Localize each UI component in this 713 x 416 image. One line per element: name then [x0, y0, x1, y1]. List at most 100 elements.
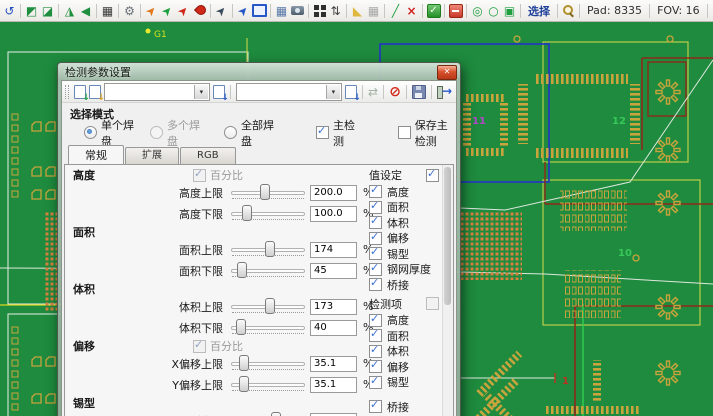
apply-file2-icon[interactable] — [345, 83, 357, 100]
camera-icon[interactable] — [290, 2, 305, 19]
delete-icon[interactable]: × — [404, 2, 419, 19]
save-params-icon[interactable] — [412, 83, 426, 100]
y-offset-input[interactable] — [310, 377, 357, 393]
pin-red-icon[interactable]: ➤ — [176, 2, 191, 19]
params-combobox-2[interactable] — [236, 83, 342, 101]
volume-lower-slider[interactable] — [231, 318, 305, 337]
value-area-checkbox[interactable] — [369, 201, 382, 214]
value-height-checkbox[interactable] — [369, 185, 382, 198]
x-offset-slider[interactable] — [231, 354, 305, 373]
detect-area-checkbox[interactable] — [369, 329, 382, 342]
apply-file-icon[interactable] — [213, 83, 225, 100]
slider-thumb[interactable] — [239, 355, 249, 371]
minus-icon[interactable] — [448, 2, 463, 19]
dialog-scrollbar[interactable] — [442, 165, 453, 416]
area-upper-input[interactable] — [310, 242, 357, 258]
image-view-icon[interactable]: ▦ — [100, 2, 115, 19]
radio-multi-pad[interactable] — [150, 126, 163, 139]
import-params-icon[interactable] — [74, 83, 86, 100]
toolbar-grip[interactable] — [65, 85, 69, 99]
params-combobox-1[interactable] — [104, 83, 210, 101]
percent-checkbox[interactable] — [193, 169, 206, 182]
compare-icon[interactable]: ⇄ — [368, 83, 378, 100]
pin-green-icon[interactable]: ➤ — [160, 2, 175, 19]
area-lower-input[interactable] — [310, 263, 357, 279]
detect-height-checkbox[interactable] — [369, 314, 382, 327]
main-detect-checkbox[interactable] — [316, 126, 329, 139]
pin-blue-icon[interactable]: ➤ — [236, 2, 251, 19]
grid-light-icon[interactable]: ▦ — [366, 2, 381, 19]
volume-lower-input[interactable] — [310, 320, 357, 336]
region-zoom-b-icon[interactable]: ◪ — [40, 2, 55, 19]
area-lower-slider[interactable] — [231, 261, 305, 280]
export-params-icon[interactable] — [89, 83, 101, 100]
slider-thumb[interactable] — [236, 319, 246, 335]
region-zoom-a-icon[interactable]: ◩ — [24, 2, 39, 19]
edit-line-icon[interactable]: ╱ — [388, 2, 403, 19]
grid-view-icon[interactable]: ▦ — [274, 2, 289, 19]
pin-orange-icon[interactable]: ➤ — [144, 2, 159, 19]
app-window: ↺ ◩ ◪ ◮ ◀ ▦ ⚙ ➤ ➤ ➤ ➤ ➤ ▦ ⇅ ◣ ▦ ╱ × ✓ — [0, 0, 713, 416]
tab-extended[interactable]: 扩展 — [125, 147, 179, 164]
solder-shape-input[interactable] — [310, 413, 357, 416]
check-icon[interactable]: ✓ — [426, 2, 441, 19]
magnifier-icon[interactable] — [561, 2, 576, 19]
rect-select-icon[interactable] — [252, 2, 267, 19]
slider-thumb[interactable] — [239, 376, 249, 392]
disable-icon[interactable]: ⊘ — [389, 83, 401, 100]
detect-items-master-checkbox[interactable] — [426, 297, 439, 310]
dialog-titlebar[interactable]: 检测参数设置 — [58, 63, 460, 80]
slider-thumb[interactable] — [265, 298, 275, 314]
x-offset-input[interactable] — [310, 356, 357, 372]
scrollbar-thumb[interactable] — [444, 167, 451, 305]
height-upper-slider[interactable] — [231, 183, 305, 202]
value-solder-checkbox[interactable] — [369, 247, 382, 260]
radio-all-pads[interactable] — [224, 126, 237, 139]
select-mode-button[interactable]: 选择 — [528, 3, 550, 19]
height-lower-slider[interactable] — [231, 204, 305, 223]
rotate-view-icon[interactable]: ↺ — [2, 2, 17, 19]
slider-thumb[interactable] — [242, 205, 252, 221]
slider-thumb[interactable] — [265, 241, 275, 257]
circle-double-icon[interactable]: ◎ — [470, 2, 485, 19]
value-stencil-checkbox[interactable] — [369, 263, 382, 276]
y-offset-slider[interactable] — [231, 375, 305, 394]
detect-volume-checkbox[interactable] — [369, 345, 382, 358]
circle-icon[interactable]: ○ — [486, 2, 501, 19]
height-lower-input[interactable] — [310, 206, 357, 222]
announce-icon[interactable]: ◀ — [78, 2, 93, 19]
row-label: 高度下限 — [105, 206, 223, 222]
ruler-icon[interactable]: ◣ — [350, 2, 365, 19]
value-setting-master-checkbox[interactable] — [426, 169, 439, 182]
save-main-detect-checkbox[interactable] — [398, 126, 411, 139]
slider-thumb[interactable] — [237, 262, 247, 278]
tools-icon[interactable]: ⚙ — [122, 2, 137, 19]
close-button[interactable] — [437, 65, 457, 80]
slider-thumb[interactable] — [260, 184, 270, 200]
detect-bridge-checkbox[interactable] — [369, 400, 382, 413]
volume-upper-input[interactable] — [310, 299, 357, 315]
tab-general[interactable]: 常规 — [68, 145, 124, 164]
area-upper-slider[interactable] — [231, 240, 305, 259]
value-offset-checkbox[interactable] — [369, 232, 382, 245]
volume-upper-slider[interactable] — [231, 297, 305, 316]
sort-icon[interactable]: ⇅ — [328, 2, 343, 19]
tab-rgb[interactable]: RGB — [180, 147, 236, 164]
height-upper-input[interactable] — [310, 185, 357, 201]
location-marker-icon[interactable] — [192, 2, 207, 19]
dropdown-arrow-icon[interactable] — [326, 85, 340, 99]
value-volume-checkbox[interactable] — [369, 216, 382, 229]
detect-solder-checkbox[interactable] — [369, 376, 382, 389]
detect-offset-checkbox[interactable] — [369, 360, 382, 373]
dropdown-arrow-icon[interactable] — [194, 85, 208, 99]
solder-shape-slider[interactable] — [231, 411, 305, 416]
slider-thumb[interactable] — [271, 412, 281, 416]
square-dot-icon[interactable]: ▣ — [502, 2, 517, 19]
exit-icon[interactable] — [437, 83, 453, 100]
radio-single-pad[interactable] — [84, 126, 97, 139]
percent-checkbox[interactable] — [193, 340, 206, 353]
tiles-icon[interactable] — [312, 2, 327, 19]
value-bridge-checkbox[interactable] — [369, 278, 382, 291]
measure-triangle-icon[interactable]: ◮ — [62, 2, 77, 19]
pin-dark-icon[interactable]: ➤ — [214, 2, 229, 19]
